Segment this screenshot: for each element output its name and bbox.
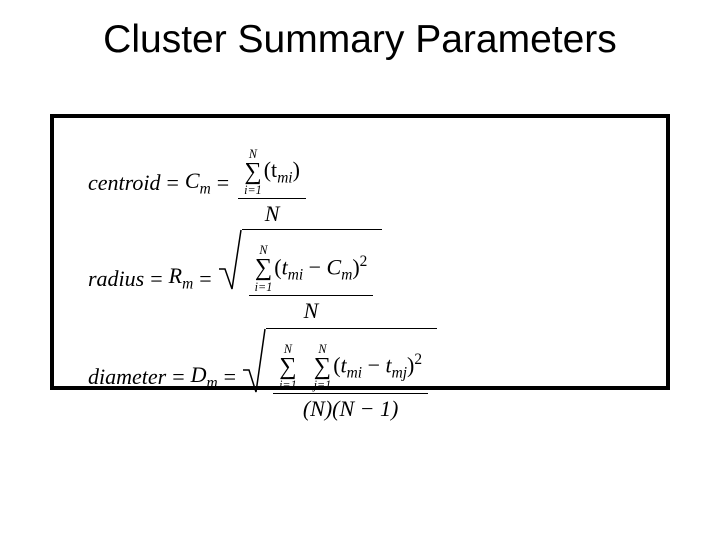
equation-centroid: centroid = Cm = N ∑ i=1 (tmi) bbox=[88, 136, 632, 229]
sum-i: N ∑ i=1 (tmi − Cm)2 bbox=[255, 244, 368, 292]
radical-icon bbox=[242, 328, 266, 394]
diameter-numerator: N ∑ i=1 N ∑ j=1 bbox=[273, 331, 428, 393]
radius-numerator: N ∑ i=1 (tmi − Cm)2 bbox=[249, 232, 374, 294]
equations-box: centroid = Cm = N ∑ i=1 (tmi) bbox=[50, 114, 670, 390]
sigma-icon: N ∑ i=1 bbox=[279, 343, 297, 391]
radius-denominator: N bbox=[298, 296, 325, 326]
centroid-symbol: Cm bbox=[185, 168, 211, 198]
radius-name: radius bbox=[88, 266, 144, 292]
diameter-name: diameter bbox=[88, 364, 166, 390]
centroid-numerator: N ∑ i=1 (tmi) bbox=[238, 136, 306, 198]
equals-sign: = bbox=[161, 170, 185, 196]
radius-radicand: N ∑ i=1 (tmi − Cm)2 N bbox=[242, 229, 383, 327]
equals-sign: = bbox=[166, 364, 190, 390]
radius-symbol: Rm bbox=[169, 263, 194, 293]
sum-i: N ∑ i=1 (tmi) bbox=[244, 148, 300, 196]
diameter-symbol: Dm bbox=[191, 362, 218, 392]
sigma-icon: N ∑ j=1 bbox=[314, 343, 332, 391]
radius-sqrt: N ∑ i=1 (tmi − Cm)2 N bbox=[218, 229, 383, 327]
centroid-name: centroid bbox=[88, 170, 161, 196]
equals-sign: = bbox=[144, 266, 168, 292]
diameter-fraction: N ∑ i=1 N ∑ j=1 bbox=[273, 331, 428, 424]
equals-sign: = bbox=[218, 364, 242, 390]
slide: Cluster Summary Parameters centroid = Cm… bbox=[0, 0, 720, 540]
sum-j: N ∑ j=1 (tmi − tmj)2 bbox=[314, 343, 422, 391]
centroid-denominator: N bbox=[259, 199, 286, 229]
diameter-sqrt: N ∑ i=1 N ∑ j=1 bbox=[242, 328, 437, 426]
radical-icon bbox=[218, 229, 242, 291]
diameter-radicand: N ∑ i=1 N ∑ j=1 bbox=[266, 328, 437, 426]
equals-sign: = bbox=[211, 170, 235, 196]
sum-i: N ∑ i=1 bbox=[279, 343, 299, 391]
centroid-fraction: N ∑ i=1 (tmi) N bbox=[238, 136, 306, 229]
slide-title: Cluster Summary Parameters bbox=[0, 18, 720, 62]
equation-radius: radius = Rm = N ∑ bbox=[88, 229, 632, 327]
radius-fraction: N ∑ i=1 (tmi − Cm)2 N bbox=[249, 232, 374, 325]
equals-sign: = bbox=[193, 266, 217, 292]
equation-diameter: diameter = Dm = N ∑ bbox=[88, 328, 632, 426]
sigma-icon: N ∑ i=1 bbox=[244, 148, 262, 196]
diameter-denominator: (N)(N − 1) bbox=[297, 394, 405, 424]
sigma-icon: N ∑ i=1 bbox=[255, 244, 273, 292]
